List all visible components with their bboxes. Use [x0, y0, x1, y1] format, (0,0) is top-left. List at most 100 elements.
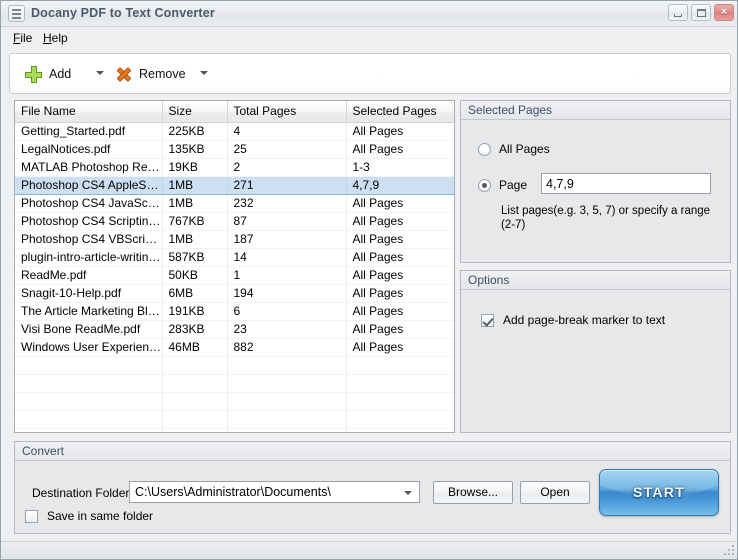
cell-selected-pages: All Pages — [346, 302, 454, 321]
selected-pages-title: Selected Pages — [461, 101, 730, 120]
table-row[interactable]: ReadMe.pdf 50KB 1 All Pages — [15, 266, 454, 285]
table-row-empty[interactable] — [15, 374, 454, 393]
add-button[interactable]: Add — [20, 59, 76, 89]
column-header-file-name[interactable]: File Name — [15, 101, 163, 123]
table-row[interactable]: Windows User Experience... 46MB 882 All Pag… — [15, 338, 454, 357]
close-button[interactable]: × — [714, 4, 734, 21]
cell-file-name: MATLAB Photoshop Read ... — [15, 158, 163, 177]
cell-file-name: ReadMe.pdf — [15, 266, 163, 285]
cell-empty — [346, 392, 454, 411]
page-range-input[interactable] — [541, 173, 711, 194]
cell-size: 225KB — [162, 122, 228, 141]
cell-size: 50KB — [162, 266, 228, 285]
table-row[interactable]: Getting_Started.pdf 225KB 4 All Pages — [15, 122, 454, 141]
radio-all-pages-label: All Pages — [499, 142, 550, 156]
destination-folder-combobox[interactable]: C:\Users\Administrator\Documents\ — [129, 481, 420, 503]
cell-file-name: Photoshop CS4 AppleScri... — [15, 175, 163, 195]
chevron-down-icon[interactable] — [404, 491, 412, 495]
table-row[interactable]: LegalNotices.pdf 135KB 25 All Pages — [15, 140, 454, 159]
selected-pages-panel: Selected Pages All Pages Page List pages… — [460, 100, 731, 263]
cell-empty — [162, 374, 228, 393]
toolbar: Add Remove — [9, 53, 731, 94]
column-header-total-pages[interactable]: Total Pages — [227, 101, 347, 123]
radio-page-indicator[interactable] — [478, 178, 491, 192]
cell-file-name: Snagit-10-Help.pdf — [15, 284, 163, 303]
add-dropdown-chevron-down-icon[interactable] — [96, 71, 104, 75]
checkbox-page-break-marker[interactable]: Add page-break marker to text — [481, 313, 665, 327]
cell-total-pages: 187 — [227, 230, 347, 249]
cell-total-pages: 2 — [227, 158, 347, 177]
file-list[interactable]: File Name Size Total Pages Selected Page… — [14, 100, 455, 433]
cell-size: 135KB — [162, 140, 228, 159]
cell-empty — [346, 410, 454, 429]
radio-page[interactable]: Page — [478, 178, 527, 192]
table-row[interactable]: Photoshop CS4 AppleScri... 1MB 271 4,7,9 — [15, 175, 454, 195]
checkbox-save-in-same-folder[interactable]: Save in same folder — [25, 509, 153, 523]
minimize-button[interactable] — [668, 4, 688, 21]
resize-grip-icon[interactable] — [724, 545, 736, 557]
menu-item-help[interactable]: Help — [39, 30, 72, 46]
table-row[interactable]: Snagit-10-Help.pdf 6MB 194 All Pages — [15, 284, 454, 303]
cell-empty — [346, 356, 454, 375]
cell-empty — [227, 392, 347, 411]
table-row-empty[interactable] — [15, 356, 454, 375]
column-header-size[interactable]: Size — [162, 101, 228, 123]
remove-dropdown-chevron-down-icon[interactable] — [200, 71, 208, 75]
radio-all-pages[interactable]: All Pages — [478, 142, 550, 156]
table-row-empty[interactable] — [15, 410, 454, 429]
cell-empty — [346, 428, 454, 432]
orange-x-icon — [115, 66, 132, 83]
cell-file-name: Photoshop CS4 VBScript R... — [15, 230, 163, 249]
cell-empty — [162, 356, 228, 375]
convert-title: Convert — [15, 442, 730, 461]
application-window: Docany PDF to Text Converter × File Help… — [0, 0, 738, 560]
checkbox-page-break-marker-indicator[interactable] — [481, 313, 494, 327]
table-header-row: File Name Size Total Pages Selected Page… — [15, 101, 454, 123]
table-row[interactable]: Photoshop CS4 JavaScrip... 1MB 232 All Page… — [15, 194, 454, 213]
table-row[interactable]: MATLAB Photoshop Read ... 19KB 2 1-3 — [15, 158, 454, 177]
add-button-label: Add — [49, 67, 72, 81]
checkbox-save-in-same-folder-indicator[interactable] — [25, 509, 38, 523]
cell-total-pages: 23 — [227, 320, 347, 339]
cell-selected-pages: All Pages — [346, 122, 454, 141]
remove-button[interactable]: Remove — [110, 59, 191, 89]
table-row-empty[interactable] — [15, 428, 454, 432]
cell-total-pages: 25 — [227, 140, 347, 159]
convert-panel: Convert Destination Folder: C:\Users\Adm… — [14, 441, 731, 534]
cell-size: 191KB — [162, 302, 228, 321]
table-row[interactable]: plugin-intro-article-writing... 587KB 14 Al… — [15, 248, 454, 267]
cell-file-name: plugin-intro-article-writing... — [15, 248, 163, 267]
cell-total-pages: 232 — [227, 194, 347, 213]
table-row-empty[interactable] — [15, 392, 454, 411]
cell-total-pages: 87 — [227, 212, 347, 231]
column-header-selected-pages[interactable]: Selected Pages — [346, 101, 454, 123]
radio-all-pages-indicator[interactable] — [478, 142, 491, 156]
cell-file-name: Getting_Started.pdf — [15, 122, 163, 141]
destination-folder-label: Destination Folder: — [32, 486, 133, 500]
cell-total-pages: 14 — [227, 248, 347, 267]
cell-size: 1MB — [162, 175, 228, 195]
options-panel: Options Add page-break marker to text — [460, 270, 731, 433]
table-row[interactable]: Visi Bone ReadMe.pdf 283KB 23 All Pages — [15, 320, 454, 339]
start-button[interactable]: START — [599, 469, 719, 516]
close-icon: × — [720, 6, 728, 18]
browse-button[interactable]: Browse... — [433, 481, 513, 504]
cell-size: 767KB — [162, 212, 228, 231]
destination-folder-value: C:\Users\Administrator\Documents\ — [135, 485, 331, 499]
cell-size: 19KB — [162, 158, 228, 177]
radio-page-label: Page — [499, 178, 528, 192]
table-row[interactable]: Photoshop CS4 VBScript R... 1MB 187 All Pag… — [15, 230, 454, 249]
start-button-label: START — [632, 484, 686, 500]
cell-file-name: LegalNotices.pdf — [15, 140, 163, 159]
menu-item-file[interactable]: File — [9, 30, 36, 46]
cell-total-pages: 4 — [227, 122, 347, 141]
open-button[interactable]: Open — [520, 481, 590, 504]
table-row[interactable]: Photoshop CS4 Scripting ... 767KB 87 All Pa… — [15, 212, 454, 231]
cell-empty — [162, 410, 228, 429]
checkbox-page-break-marker-label: Add page-break marker to text — [503, 313, 666, 327]
cell-selected-pages: All Pages — [346, 248, 454, 267]
maximize-button[interactable] — [691, 4, 711, 21]
cell-selected-pages: 1-3 — [346, 158, 454, 177]
table-row[interactable]: The Article Marketing Blue... 191KB 6 All P… — [15, 302, 454, 321]
cell-empty — [15, 374, 163, 393]
